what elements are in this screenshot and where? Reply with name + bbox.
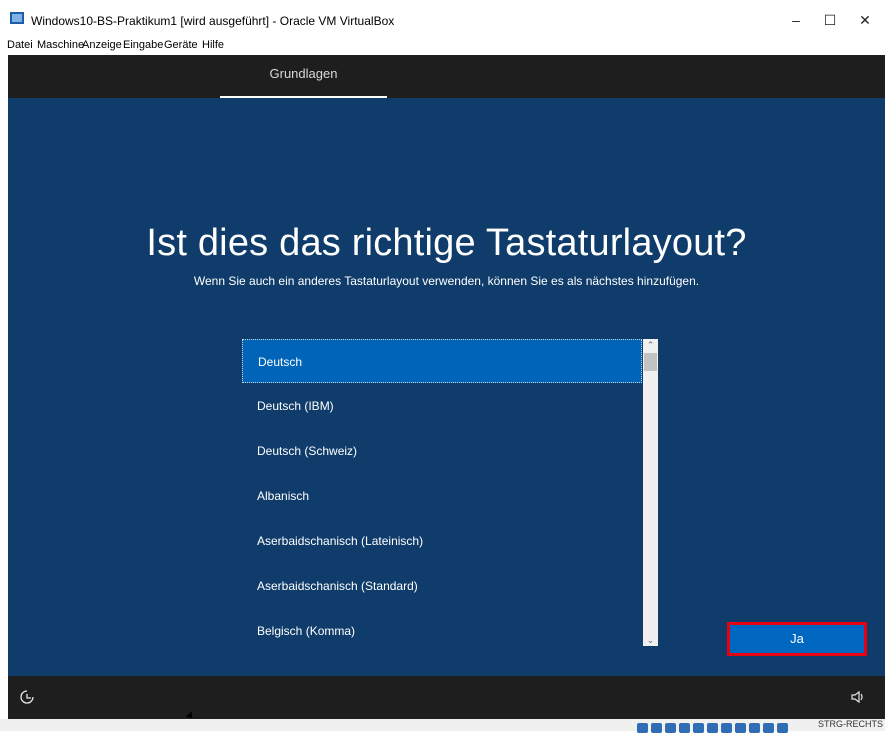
menu-maschine[interactable]: Maschine [37,39,84,51]
list-item-label: Deutsch [258,355,303,369]
list-item[interactable]: Aserbaidschanisch (Lateinisch) [242,519,642,563]
list-item[interactable]: Aserbaidschanisch (Standard) [242,564,642,608]
tab-grundlagen: Grundlagen [220,55,387,98]
page-title: Ist dies das richtige Tastaturlayout? [146,222,747,264]
setup-footer [8,676,885,719]
maximize-button[interactable]: ☐ [818,8,842,32]
status-icons [637,720,791,733]
list-item-label: Albanisch [257,489,310,503]
title-bar: Windows10-BS-Praktikum1 [wird ausgeführt… [0,0,885,34]
display-status-icon[interactable] [721,723,732,733]
scrollbar-thumb[interactable] [644,353,657,371]
shared-folders-status-icon[interactable] [707,723,718,733]
list-item-label: Deutsch (IBM) [257,399,334,413]
scroll-down-icon[interactable]: ⌄ [643,634,658,646]
window-border [0,55,8,719]
menu-geraete[interactable]: Geräte [164,39,198,51]
list-item-label: Aserbaidschanisch (Lateinisch) [257,534,424,548]
network-status-icon[interactable] [679,723,690,733]
list-item[interactable]: Deutsch (Schweiz) [242,429,642,473]
list-item[interactable]: Deutsch (IBM) [242,384,642,428]
menu-bar: Datei Maschine Anzeige Eingabe Geräte Hi… [0,34,885,54]
list-item-label: Belgisch (Komma) [257,624,356,638]
menu-hilfe[interactable]: Hilfe [202,39,224,51]
vm-screen: Grundlagen Ist dies das richtige Tastatu… [8,55,885,719]
recording-status-icon[interactable] [735,723,746,733]
virtualbox-icon [10,12,24,24]
minimize-button[interactable]: – [784,8,808,32]
list-item-selected[interactable]: Deutsch [242,339,642,383]
keyboard-status-icon[interactable] [777,723,788,733]
page-subtitle: Wenn Sie auch ein anderes Tastaturlayout… [193,274,700,288]
list-scrollbar[interactable]: ⌃ ⌄ [643,339,658,646]
close-button[interactable]: ✕ [853,8,877,32]
confirm-button[interactable]: Ja [727,622,867,656]
list-item-label: Aserbaidschanisch (Standard) [257,579,418,593]
volume-icon[interactable] [849,688,867,706]
cpu-status-icon[interactable] [749,723,760,733]
accessibility-icon[interactable] [18,688,36,706]
mouse-integration-status-icon[interactable] [763,723,774,733]
menu-datei[interactable]: Datei [7,39,33,51]
setup-header: Grundlagen [8,55,885,98]
keyboard-layout-list[interactable]: Deutsch Deutsch (IBM) Deutsch (Schweiz) … [242,339,658,646]
tab-label: Grundlagen [269,66,338,81]
menu-anzeige[interactable]: Anzeige [82,39,122,51]
hdd-status-icon[interactable] [637,723,648,733]
scroll-up-icon[interactable]: ⌃ [643,339,658,351]
menu-eingabe[interactable]: Eingabe [123,39,163,51]
setup-content: Ist dies das richtige Tastaturlayout? We… [8,98,885,676]
list-item[interactable]: Albanisch [242,474,642,518]
audio-status-icon[interactable] [665,723,676,733]
window-title: Windows10-BS-Praktikum1 [wird ausgeführt… [31,14,395,28]
list-item[interactable]: Belgisch (Komma) [242,609,642,653]
usb-status-icon[interactable] [693,723,704,733]
optical-drive-status-icon[interactable] [651,723,662,733]
list-item-label: Deutsch (Schweiz) [257,444,358,458]
vm-status-bar: STRG-RECHTS [0,719,885,733]
host-key-label: STRG-RECHTS [818,719,883,729]
